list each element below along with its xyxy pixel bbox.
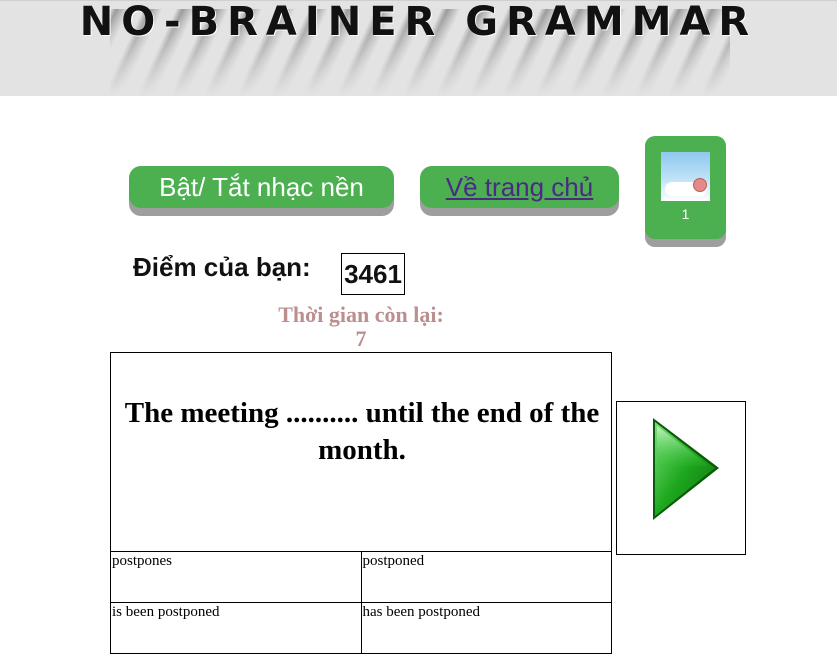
footer-fragment xyxy=(330,654,530,660)
timer-value: 7 xyxy=(355,326,367,351)
question-text: The meeting .......... until the end of … xyxy=(124,397,600,466)
score-label: Điểm của bạn: xyxy=(133,252,311,282)
answer-option[interactable]: has been postponed xyxy=(360,602,612,654)
home-link-button[interactable]: Về trang chủ xyxy=(420,166,619,208)
answer-option[interactable]: is been postponed xyxy=(110,602,362,654)
question-panel: The meeting .......... until the end of … xyxy=(110,352,612,552)
site-header: NO-BRAINER GRAMMAR xyxy=(0,0,837,96)
avatar-image xyxy=(661,152,710,201)
site-title: NO-BRAINER GRAMMAR xyxy=(79,0,758,45)
timer-label: Thời gian còn lại: xyxy=(278,302,444,327)
answer-grid: postpones postponed is been postponed ha… xyxy=(110,551,612,654)
score-value: 3461 xyxy=(341,253,405,295)
avatar-button[interactable]: 1 xyxy=(645,136,726,239)
toggle-music-button[interactable]: Bật/ Tắt nhạc nền xyxy=(129,166,394,208)
bird-icon xyxy=(693,178,707,192)
toggle-music-label: Bật/ Tắt nhạc nền xyxy=(159,171,364,202)
answer-option[interactable]: postpones xyxy=(110,551,362,603)
next-question-button[interactable] xyxy=(616,401,746,555)
answer-option[interactable]: postponed xyxy=(360,551,612,603)
home-link-label: Về trang chủ xyxy=(445,171,594,202)
avatar-count: 1 xyxy=(681,206,690,222)
play-arrow-icon xyxy=(653,418,719,520)
